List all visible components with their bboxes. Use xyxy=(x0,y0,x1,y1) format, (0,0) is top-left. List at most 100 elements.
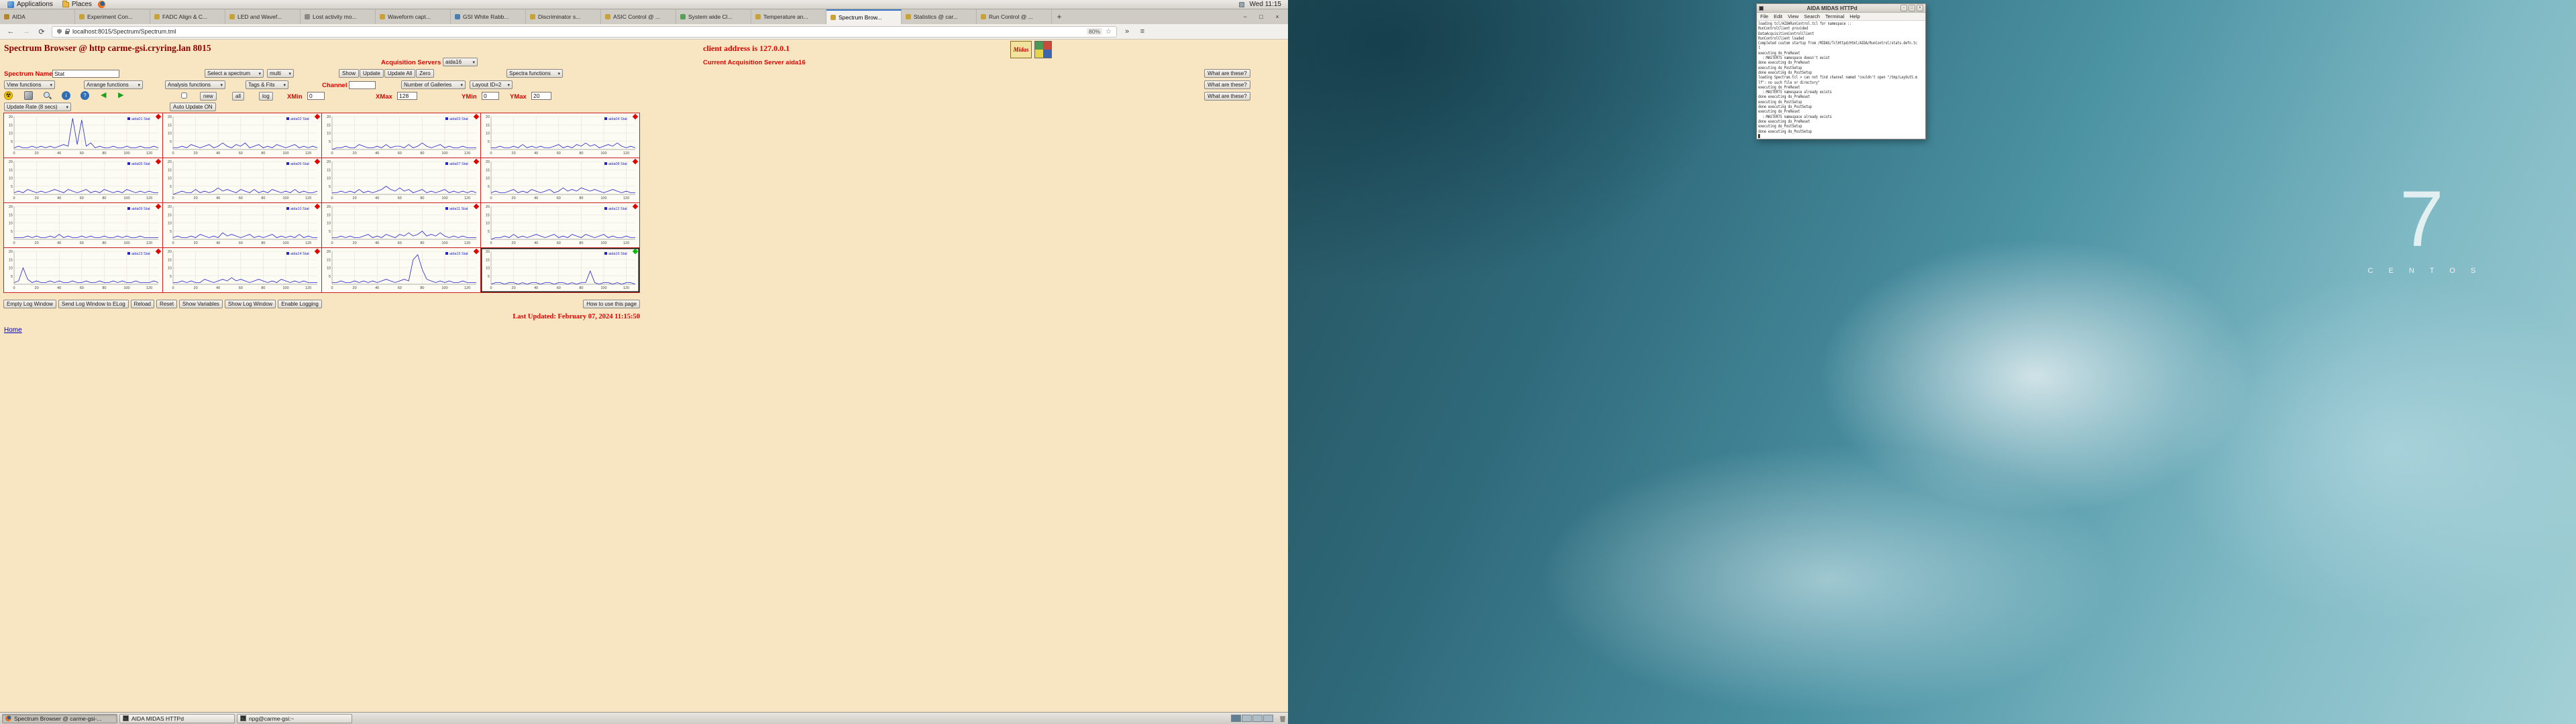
spectrum-cell-aida11-stat[interactable]: 5101520020406080100120aida11 Stat xyxy=(322,203,480,247)
reload-button[interactable]: Reload xyxy=(131,300,154,308)
arrow-right-icon[interactable]: ▶ xyxy=(118,91,123,100)
bookmark-star-icon[interactable]: ☆ xyxy=(1106,28,1112,36)
tab-run-control[interactable]: Run Control @ ... xyxy=(977,9,1052,24)
arrow-left-icon[interactable]: ◀ xyxy=(101,91,106,100)
terminal-menu-view[interactable]: View xyxy=(1788,13,1799,19)
channel-input[interactable] xyxy=(349,81,376,89)
window-close-button[interactable]: × xyxy=(1269,9,1285,24)
terminal-menu-edit[interactable]: Edit xyxy=(1774,13,1782,19)
taskbar-item-1[interactable]: Spectrum Browser @ carme-gsi-... xyxy=(2,714,117,723)
workspace-switcher[interactable] xyxy=(1231,715,1273,722)
spectrum-name-input[interactable] xyxy=(52,70,119,78)
url-text[interactable]: localhost:8015/Spectrum/Spectrum.tml xyxy=(72,28,1083,35)
overflow-menu-icon[interactable]: » xyxy=(1122,27,1132,36)
xmin-input[interactable] xyxy=(307,92,325,100)
tab-spectrum-brow[interactable]: Spectrum Brow... xyxy=(826,9,902,24)
panel-clock[interactable]: Wed 11:15 xyxy=(1247,1,1284,8)
terminal-body[interactable]: loading tcl/AIDARunControl.tcl for names… xyxy=(1757,21,1925,139)
spectrum-cell-aida12-stat[interactable]: 5101520020406080100120aida12 Stat xyxy=(481,203,639,247)
terminal-window[interactable]: AIDA MIDAS HTTPd − □ × FileEditViewSearc… xyxy=(1756,3,1926,139)
help-icon[interactable]: ? xyxy=(80,91,89,100)
forward-button[interactable]: → xyxy=(21,27,32,36)
spectrum-cell-aida10-stat[interactable]: 5101520020406080100120aida10 Stat xyxy=(163,203,321,247)
multi-select[interactable]: multi▾ xyxy=(267,69,294,78)
what-are-these-button-2[interactable]: What are these? xyxy=(1204,80,1250,89)
new-button[interactable]: new xyxy=(200,92,217,101)
tab-statistics-car[interactable]: Statistics @ car... xyxy=(902,9,977,24)
terminal-menu-help[interactable]: Help xyxy=(1849,13,1860,19)
xmax-input[interactable] xyxy=(397,92,417,100)
spectrum-cell-aida02-stat[interactable]: 5101520020406080100120aida02 Stat xyxy=(163,113,321,158)
update-rate-select[interactable]: Update Rate (8 secs)▾ xyxy=(4,103,71,111)
spectrum-select[interactable]: Select a spectrum▾ xyxy=(205,69,264,78)
window-minimize-button[interactable]: − xyxy=(1237,9,1253,24)
spectra-functions-select[interactable]: Spectra functions▾ xyxy=(506,69,563,78)
terminal-menu-search[interactable]: Search xyxy=(1804,13,1820,19)
workspace-4[interactable] xyxy=(1263,715,1273,722)
spectrum-cell-aida01-stat[interactable]: 5101520020406080100120aida01 Stat xyxy=(4,113,162,158)
back-button[interactable]: ← xyxy=(5,27,16,36)
spectrum-cell-aida05-stat[interactable]: 5101520020406080100120aida05 Stat xyxy=(4,158,162,202)
window-maximize-button[interactable]: □ xyxy=(1253,9,1269,24)
taskbar-item-3[interactable]: >_npg@carme-gsi:~ xyxy=(237,714,352,723)
spectrum-cell-aida04-stat[interactable]: 5101520020406080100120aida04 Stat xyxy=(481,113,639,158)
home-link[interactable]: Home xyxy=(4,326,22,334)
reset-button[interactable]: Reset xyxy=(156,300,177,308)
experiment-logo[interactable] xyxy=(1034,41,1052,58)
spectrum-cell-aida08-stat[interactable]: 5101520020406080100120aida08 Stat xyxy=(481,158,639,202)
midas-logo[interactable]: Midas xyxy=(1010,41,1032,58)
firefox-launcher-icon[interactable] xyxy=(98,1,105,8)
trash-icon[interactable] xyxy=(1279,715,1286,722)
show-button[interactable]: Show xyxy=(339,69,359,78)
workspace-1[interactable] xyxy=(1231,715,1241,722)
update-all-button[interactable]: Update All xyxy=(384,69,415,78)
terminal-menu-terminal[interactable]: Terminal xyxy=(1825,13,1844,19)
arrange-functions-select[interactable]: Arrange functions▾ xyxy=(84,80,143,89)
ymax-input[interactable] xyxy=(531,92,551,100)
enable-logging-button[interactable]: Enable Logging xyxy=(278,300,322,308)
applications-menu[interactable]: Applications xyxy=(4,0,56,9)
shield-icon[interactable] xyxy=(57,29,62,34)
spectrum-cell-aida14-stat[interactable]: 5101520020406080100120aida14 Stat xyxy=(163,248,321,292)
zoom-indicator[interactable]: 80% xyxy=(1087,28,1102,35)
workspace-3[interactable] xyxy=(1252,715,1263,722)
tab-aida[interactable]: AIDA xyxy=(0,9,75,24)
tab-asic-control[interactable]: ASIC Control @ ... xyxy=(601,9,676,24)
tags-fits-select[interactable]: Tags & Fits▾ xyxy=(246,80,288,89)
empty-log-window-button[interactable]: Empty Log Window xyxy=(3,300,56,308)
spectrum-cell-aida15-stat[interactable]: 5101520020406080100120aida15 Stat xyxy=(322,248,480,292)
spectrum-cell-aida07-stat[interactable]: 5101520020406080100120aida07 Stat xyxy=(322,158,480,202)
tab-system-wide-cl[interactable]: System wide Cl... xyxy=(676,9,751,24)
new-tab-button[interactable]: + xyxy=(1052,9,1067,24)
tab-waveform-capt[interactable]: Waveform capt... xyxy=(376,9,451,24)
how-to-use-button[interactable]: How to use this page xyxy=(583,300,640,308)
tab-gsi-white-rabb[interactable]: GSI White Rabb... xyxy=(451,9,526,24)
places-menu[interactable]: Places xyxy=(59,0,95,9)
terminal-close-button[interactable]: × xyxy=(1917,5,1923,11)
tab-temperature-an[interactable]: Temperature an... xyxy=(751,9,826,24)
update-button[interactable]: Update xyxy=(360,69,384,78)
spectrum-cell-aida06-stat[interactable]: 5101520020406080100120aida06 Stat xyxy=(163,158,321,202)
tab-fadc-align-c[interactable]: FADC Align & C... xyxy=(150,9,225,24)
auto-update-button[interactable]: Auto Update ON xyxy=(170,103,216,111)
overlay-checkbox[interactable] xyxy=(181,93,187,99)
spectrum-cell-aida09-stat[interactable]: 5101520020406080100120aida09 Stat xyxy=(4,203,162,247)
ymin-input[interactable] xyxy=(482,92,499,100)
view-functions-select[interactable]: View functions▾ xyxy=(4,80,55,89)
cube-icon[interactable] xyxy=(24,91,33,100)
send-log-window-to-elog-button[interactable]: Send Log Window to ELog xyxy=(58,300,129,308)
terminal-minimize-button[interactable]: − xyxy=(1900,5,1907,11)
radiation-icon[interactable]: ☢ xyxy=(4,91,13,100)
show-variables-button[interactable]: Show Variables xyxy=(179,300,223,308)
zero-button[interactable]: Zero xyxy=(416,69,433,78)
spectrum-cell-aida03-stat[interactable]: 5101520020406080100120aida03 Stat xyxy=(322,113,480,158)
tab-experiment-con[interactable]: Experiment Con... xyxy=(75,9,150,24)
spectrum-cell-aida16-stat[interactable]: 5101520020406080100120aida16 Stat xyxy=(481,248,639,292)
tab-led-and-wavef[interactable]: LED and Wavef... xyxy=(225,9,301,24)
tab-discriminator-s[interactable]: Discriminator s... xyxy=(526,9,601,24)
all-button[interactable]: all xyxy=(232,92,244,101)
workspace-2[interactable] xyxy=(1242,715,1252,722)
what-are-these-button-3[interactable]: What are these? xyxy=(1204,92,1250,101)
layout-select[interactable]: Layout ID=2▾ xyxy=(470,80,513,89)
app-menu-icon[interactable]: ≡ xyxy=(1137,27,1148,36)
